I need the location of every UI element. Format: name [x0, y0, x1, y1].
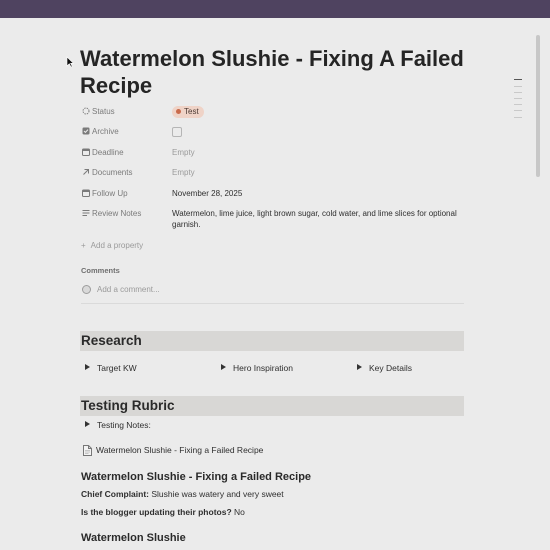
add-property-label: Add a property [90, 241, 144, 250]
property-label-text: Follow Up [92, 189, 128, 198]
text-lines-icon [81, 208, 90, 220]
property-status[interactable]: Status Test [81, 106, 481, 120]
comments-title: Comments [81, 266, 120, 275]
property-label-text: Review Notes [92, 209, 142, 218]
add-property-button[interactable]: + Add a property [81, 240, 143, 251]
outline-marker[interactable] [514, 98, 522, 99]
outline-marker[interactable] [514, 86, 522, 87]
property-value-status[interactable]: Test [172, 106, 472, 118]
property-label-text: Status [92, 107, 115, 116]
calendar-icon [81, 188, 90, 200]
comment-input[interactable]: Add a comment... [82, 284, 160, 295]
archive-checkbox[interactable] [172, 127, 182, 137]
heading-watermelon-slushie[interactable]: Watermelon Slushie [81, 531, 186, 545]
checkbox-icon [81, 126, 90, 138]
property-value-deadline[interactable]: Empty [172, 147, 472, 158]
comment-placeholder: Add a comment... [97, 285, 160, 294]
toggle-label: Target KW [97, 363, 137, 373]
chief-complaint-value: Slushie was watery and very sweet [149, 489, 284, 499]
chief-complaint-label: Chief Complaint: [81, 489, 149, 499]
document-icon [83, 445, 92, 460]
toggle-target-kw[interactable]: Target KW [85, 362, 137, 374]
outline-marker[interactable] [514, 110, 522, 111]
arrow-up-right-icon [81, 167, 90, 179]
heading-research[interactable]: Research [80, 331, 464, 351]
toggle-triangle-icon[interactable] [85, 421, 90, 427]
mouse-cursor-icon [66, 56, 74, 68]
status-dot [176, 109, 181, 114]
blogger-question-value: No [231, 507, 245, 517]
window-top-bar [0, 0, 550, 18]
property-label-documents: Documents [81, 167, 171, 179]
status-icon [81, 106, 90, 118]
toggle-key-details[interactable]: Key Details [357, 362, 412, 374]
status-badge[interactable]: Test [172, 106, 204, 118]
heading-testing-rubric[interactable]: Testing Rubric [80, 396, 464, 416]
outline-marker[interactable] [514, 104, 522, 105]
toggle-testing-notes[interactable]: Testing Notes: [85, 419, 151, 431]
property-follow-up[interactable]: Follow Up November 28, 2025 [81, 188, 481, 202]
property-label-review-notes: Review Notes [81, 208, 171, 220]
outline-marker[interactable] [514, 117, 522, 118]
toggle-label: Testing Notes: [97, 420, 151, 430]
property-label-follow-up: Follow Up [81, 188, 171, 200]
property-value-archive[interactable] [172, 126, 472, 140]
property-label-status: Status [81, 106, 171, 118]
property-value-review-notes[interactable]: Watermelon, lime juice, light brown suga… [172, 208, 462, 230]
page-link[interactable]: Watermelon Slushie - Fixing a Failed Rec… [83, 443, 263, 460]
property-label-text: Deadline [92, 148, 124, 157]
property-deadline[interactable]: Deadline Empty [81, 147, 481, 161]
plus-icon: + [81, 241, 86, 250]
property-label-text: Archive [92, 127, 119, 136]
blogger-question-label: Is the blogger updating their photos? [81, 507, 232, 517]
property-documents[interactable]: Documents Empty [81, 167, 481, 181]
divider [81, 303, 464, 304]
property-label-archive: Archive [81, 126, 171, 138]
property-value-follow-up[interactable]: November 28, 2025 [172, 188, 472, 199]
property-value-documents[interactable]: Empty [172, 167, 472, 178]
heading-recipe[interactable]: Watermelon Slushie - Fixing a Failed Rec… [81, 470, 311, 484]
toggle-triangle-icon[interactable] [85, 364, 90, 370]
page-link-label: Watermelon Slushie - Fixing a Failed Rec… [96, 445, 264, 455]
outline-marker[interactable] [514, 79, 522, 80]
toggle-hero-inspiration[interactable]: Hero Inspiration [221, 362, 293, 374]
toggle-triangle-icon[interactable] [221, 364, 226, 370]
outline-marker[interactable] [514, 92, 522, 93]
status-badge-label: Test [184, 107, 199, 116]
blogger-question[interactable]: Is the blogger updating their photos? No [81, 506, 245, 518]
scrollbar[interactable] [536, 35, 540, 177]
page-title[interactable]: Watermelon Slushie - Fixing A Failed Rec… [80, 45, 480, 99]
avatar [82, 285, 91, 294]
property-archive[interactable]: Archive [81, 126, 481, 140]
property-label-text: Documents [92, 168, 133, 177]
chief-complaint[interactable]: Chief Complaint: Slushie was watery and … [81, 488, 284, 500]
toggle-triangle-icon[interactable] [357, 364, 362, 370]
property-review-notes[interactable]: Review Notes Watermelon, lime juice, lig… [81, 208, 481, 234]
property-label-deadline: Deadline [81, 147, 171, 159]
toggle-label: Hero Inspiration [233, 363, 294, 373]
toggle-label: Key Details [369, 363, 412, 373]
calendar-icon [81, 147, 90, 159]
